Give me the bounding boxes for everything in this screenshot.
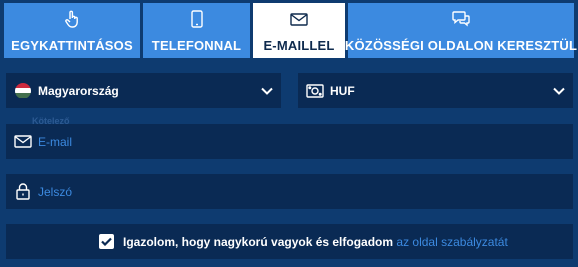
currency-select[interactable]: HUF xyxy=(298,73,573,108)
password-field[interactable]: Jelszó xyxy=(6,174,573,209)
hungary-flag-icon xyxy=(12,80,34,102)
password-placeholder: Jelszó xyxy=(38,184,73,199)
pointer-hand-icon xyxy=(61,10,83,28)
terms-consent-row: Igazolom, hogy nagykorú vagyok és elfoga… xyxy=(6,224,573,259)
country-value: Magyarország xyxy=(38,83,119,98)
terms-link[interactable]: az oldal szabályzatát xyxy=(396,235,507,249)
chevron-down-icon xyxy=(551,83,567,99)
registration-method-tabs: EGYKATTINTÁSOS TELEFONNAL E-MAILLEL KÖZÖ… xyxy=(4,3,578,58)
terms-text: Igazolom, hogy nagykorú vagyok és elfoga… xyxy=(123,235,508,249)
envelope-icon xyxy=(288,10,310,28)
envelope-icon xyxy=(12,131,34,153)
tab-label: TELEFONNAL xyxy=(151,38,242,53)
tab-email[interactable]: E-MAILLEL xyxy=(253,3,345,58)
tab-social[interactable]: KÖZÖSSÉGI OLDALON KERESZTÜL xyxy=(344,3,578,58)
country-select[interactable]: Magyarország xyxy=(6,73,281,108)
chevron-down-icon xyxy=(259,83,275,99)
lock-icon xyxy=(12,181,34,203)
currency-icon xyxy=(304,80,326,102)
mobile-phone-icon xyxy=(186,10,208,28)
tab-label: E-MAILLEL xyxy=(263,38,335,53)
tab-label: EGYKATTINTÁSOS xyxy=(11,38,133,53)
tab-label: KÖZÖSSÉGI OLDALON KERESZTÜL xyxy=(344,38,578,53)
tab-phone[interactable]: TELEFONNAL xyxy=(143,3,250,58)
email-placeholder: E-mail xyxy=(38,134,73,149)
email-field[interactable]: E-mail xyxy=(6,124,573,159)
currency-value: HUF xyxy=(330,83,355,98)
chat-bubbles-icon xyxy=(450,10,472,28)
terms-checkbox[interactable] xyxy=(99,234,114,249)
tab-one-click[interactable]: EGYKATTINTÁSOS xyxy=(4,3,140,58)
terms-label: Igazolom, hogy nagykorú vagyok és elfoga… xyxy=(123,234,394,249)
